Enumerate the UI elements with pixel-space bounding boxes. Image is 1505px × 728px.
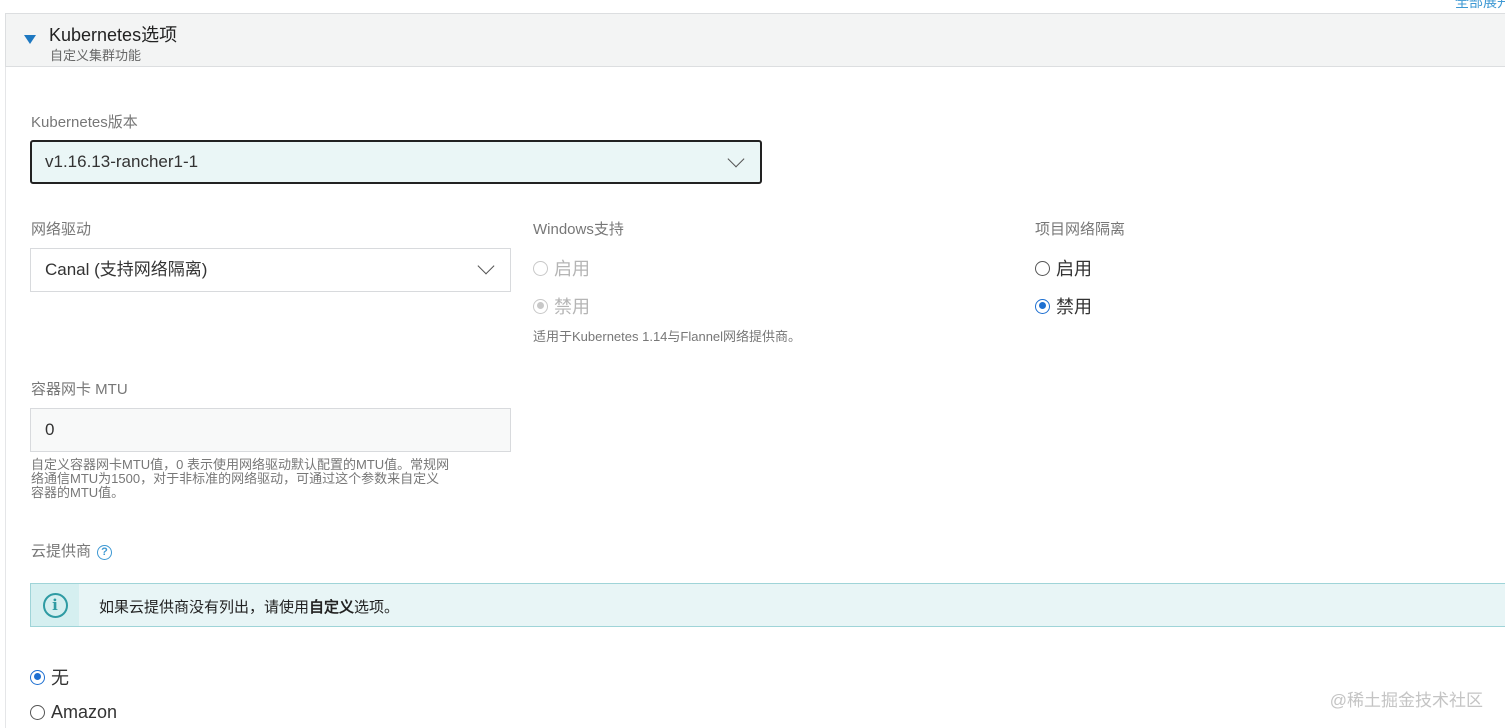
section-subtitle: 自定义集群功能: [50, 48, 142, 63]
project-isolation-enable-option[interactable]: 启用: [1035, 255, 1092, 281]
option-label: 无: [51, 668, 69, 688]
mtu-help-line2: 络通信MTU为1500，对于非标准的网络驱动，可通过这个参数来自定义: [31, 471, 440, 486]
option-label: 禁用: [554, 297, 590, 317]
k8s-version-label: Kubernetes版本: [31, 114, 138, 131]
windows-support-label: Windows支持: [533, 221, 624, 238]
section-title: Kubernetes选项: [49, 25, 178, 45]
banner-icon-box: i: [31, 584, 79, 626]
cloud-provider-label-row: 云提供商?: [31, 540, 113, 561]
windows-support-enable-option: 启用: [533, 255, 590, 281]
network-driver-select[interactable]: Canal (支持网络隔离): [30, 248, 511, 292]
radio-button[interactable]: [1035, 260, 1050, 276]
option-label: Amazon: [51, 702, 118, 722]
expand-all-link[interactable]: 全部展开: [1455, 0, 1505, 12]
banner-text-bold: 自定义: [309, 599, 355, 616]
option-label: 启用: [554, 259, 590, 279]
k8s-version-select[interactable]: v1.16.13-rancher1-1: [30, 140, 762, 184]
section-header-kubernetes-options[interactable]: Kubernetes选项 自定义集群功能: [5, 13, 1505, 67]
banner-text-prefix: 如果云提供商没有列出，请使用: [99, 599, 310, 616]
chevron-down-icon: [727, 150, 745, 168]
project-isolation-label: 项目网络隔离: [1035, 221, 1126, 238]
radio-button[interactable]: [30, 669, 45, 685]
k8s-version-value: v1.16.13-rancher1-1: [45, 152, 199, 171]
section-border: [5, 67, 6, 728]
windows-support-help: 适用于Kubernetes 1.14与Flannel网络提供商。: [533, 329, 802, 344]
chevron-down-icon: [477, 257, 495, 275]
network-driver-value: Canal (支持网络隔离): [45, 260, 208, 279]
radio-button[interactable]: [30, 705, 45, 720]
network-driver-label: 网络驱动: [31, 221, 92, 238]
cloud-provider-option-amazon[interactable]: Amazon: [30, 702, 117, 723]
page: 全部展开 Kubernetes选项 自定义集群功能 Kubernetes版本 v…: [0, 0, 1505, 728]
info-icon: i: [42, 592, 68, 618]
option-label: 禁用: [1056, 297, 1092, 317]
banner-text: 如果云提供商没有列出，请使用自定义选项。: [99, 596, 399, 617]
windows-support-disable-option: 禁用: [533, 293, 590, 319]
radio-button: [533, 298, 548, 314]
radio-button: [533, 260, 548, 276]
watermark: @稀土掘金技术社区: [1329, 691, 1483, 710]
mtu-label: 容器网卡 MTU: [31, 381, 128, 398]
option-label: 启用: [1056, 259, 1092, 279]
mtu-help-line1: 自定义容器网卡MTU值，0 表示使用网络驱动默认配置的MTU值。常规网: [31, 457, 450, 472]
cloud-provider-option-none[interactable]: 无: [30, 664, 69, 690]
help-icon[interactable]: ?: [97, 544, 113, 560]
caret-down-icon[interactable]: [24, 35, 36, 44]
banner-text-suffix: 选项。: [354, 599, 400, 616]
mtu-help-line3: 容器的MTU值。: [31, 485, 125, 500]
info-banner: i 如果云提供商没有列出，请使用自定义选项。: [30, 583, 1505, 627]
cloud-provider-label: 云提供商: [31, 543, 92, 560]
radio-button[interactable]: [1035, 298, 1050, 314]
mtu-input[interactable]: [30, 408, 511, 452]
project-isolation-disable-option[interactable]: 禁用: [1035, 293, 1092, 319]
